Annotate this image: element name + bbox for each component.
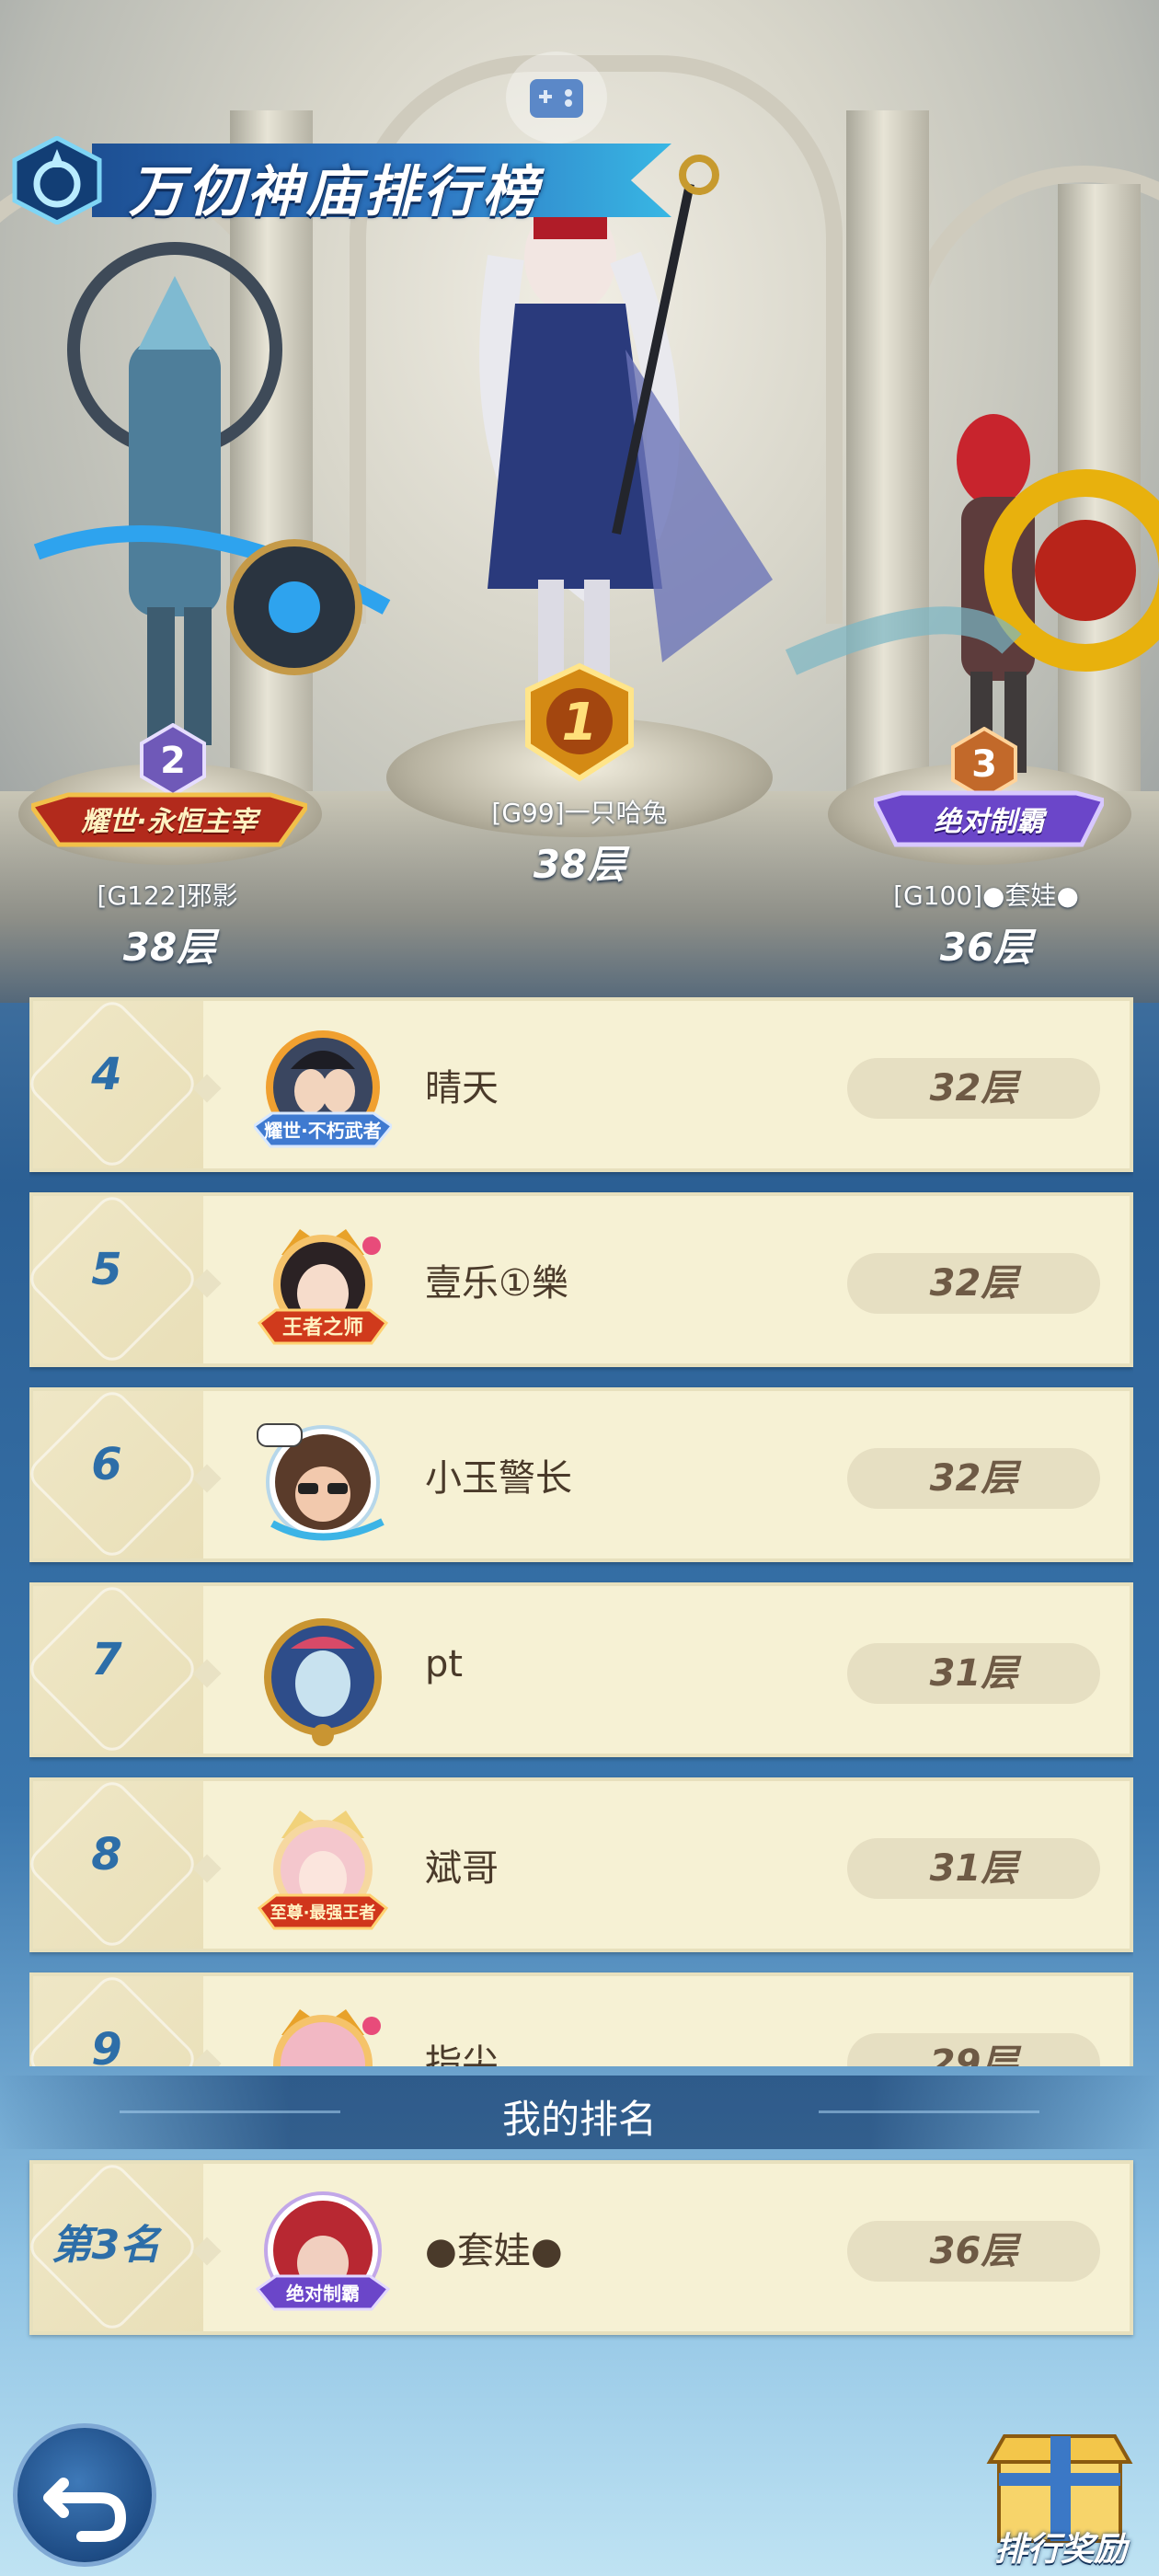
rank-number: 6 <box>91 1439 122 1490</box>
my-rank-title: 我的排名 <box>501 2097 657 2142</box>
avatar-badge-text: 耀世·不朽武者 <box>264 1120 382 1142</box>
player-name: 指尖 <box>425 2042 499 2066</box>
player-name: pt <box>425 1643 464 1685</box>
avatar-badge-text: 至尊·最强王者 <box>270 1903 376 1923</box>
player-name: 小玉警长 <box>425 1457 572 1500</box>
gamepad-icon[interactable] <box>506 52 607 144</box>
my-rank-card[interactable]: 第3名 绝对制霸 ●套娃● 36层 <box>29 2160 1133 2335</box>
back-button[interactable] <box>13 2423 156 2567</box>
badge-text: 耀世·永恒主宰 <box>81 806 258 838</box>
podium-player-name-2: [G122]邪影 <box>97 880 238 911</box>
svg-text:2: 2 <box>160 740 186 782</box>
player-name: 壹乐①樂 <box>425 1262 568 1305</box>
floor-value: 32层 <box>847 1058 1100 1119</box>
page-title: 万仞神庙排行榜 <box>129 160 541 224</box>
ranking-row[interactable]: 6 小玉警长 32层 <box>29 1387 1133 1562</box>
title-badge-rank-3: 绝对制霸 <box>874 788 1104 852</box>
ranking-row[interactable]: 7 pt 31层 <box>29 1582 1133 1757</box>
my-rank-number: 第3名 <box>51 2222 161 2269</box>
floor-value: 31层 <box>847 1838 1100 1899</box>
floor-value: 31层 <box>847 1643 1100 1704</box>
player-name: 斌哥 <box>425 1847 499 1890</box>
player-avatar[interactable] <box>254 1413 392 1551</box>
podium-player-name-1: [G99]一只哈兔 <box>491 798 668 828</box>
podium-floor-3: 36层 <box>939 925 1033 970</box>
svg-text:1: 1 <box>562 693 598 753</box>
floor-value: 32层 <box>847 1253 1100 1314</box>
hero-rank-2[interactable] <box>0 221 405 773</box>
rank-2-medal: 2 <box>140 723 206 797</box>
player-avatar[interactable]: 耀世·不朽武者 <box>254 1023 392 1161</box>
ranking-row[interactable]: 5 王者之师 壹乐①樂 32层 <box>29 1192 1133 1367</box>
avatar-badge-text: 绝对制霸 <box>286 2283 360 2305</box>
podium-floor-1: 38层 <box>533 842 626 887</box>
ranking-list[interactable]: 4 耀世·不朽武者 晴天 32层 5 王者之师 壹乐①樂 32层 6 小玉警长 … <box>29 997 1133 2066</box>
gamepad-glyph-icon <box>530 79 583 118</box>
floor-value: 32层 <box>847 1448 1100 1509</box>
title-badge-rank-2: 耀世·永恒主宰 <box>31 788 307 852</box>
title-banner: 万仞神庙排行榜 <box>9 136 671 224</box>
avatar-badge-text: 王者之师 <box>282 1316 363 1340</box>
ranking-row[interactable]: 9 指尖 29层 <box>29 1972 1133 2066</box>
player-avatar[interactable]: 至尊·最强王者 <box>254 1803 392 1941</box>
my-floor-value: 36层 <box>847 2221 1100 2282</box>
back-arrow-icon <box>43 2478 127 2542</box>
rank-number: 7 <box>91 1634 122 1685</box>
rank-number: 5 <box>91 1244 122 1295</box>
floor-value: 29层 <box>847 2033 1100 2066</box>
rank-reward-label: 排行奖励 <box>993 2531 1127 2569</box>
player-avatar[interactable]: 王者之师 <box>254 1218 392 1356</box>
player-avatar[interactable] <box>254 1998 392 2066</box>
my-rank-row[interactable]: 第3名 绝对制霸 ●套娃● 36层 <box>29 2160 1133 2335</box>
ranking-row[interactable]: 8 至尊·最强王者 斌哥 31层 <box>29 1777 1133 1952</box>
ranking-row[interactable]: 4 耀世·不朽武者 晴天 32层 <box>29 997 1133 1172</box>
my-player-name: ●套娃● <box>425 2230 563 2272</box>
podium-player-name-3: [G100]●套娃● <box>893 880 1079 911</box>
player-avatar[interactable] <box>254 1608 392 1746</box>
podium-floor-2: 38层 <box>122 925 216 970</box>
svg-text:3: 3 <box>971 743 997 786</box>
rank-number: 9 <box>91 2024 122 2066</box>
rank-1-medal: 1 <box>525 662 634 782</box>
player-avatar[interactable]: 绝对制霸 <box>254 2186 392 2324</box>
player-name: 晴天 <box>425 1067 499 1110</box>
rank-number: 4 <box>91 1049 122 1100</box>
rank-number: 8 <box>91 1829 122 1880</box>
temple-emblem-icon <box>12 136 102 224</box>
badge-text: 绝对制霸 <box>934 806 1044 838</box>
